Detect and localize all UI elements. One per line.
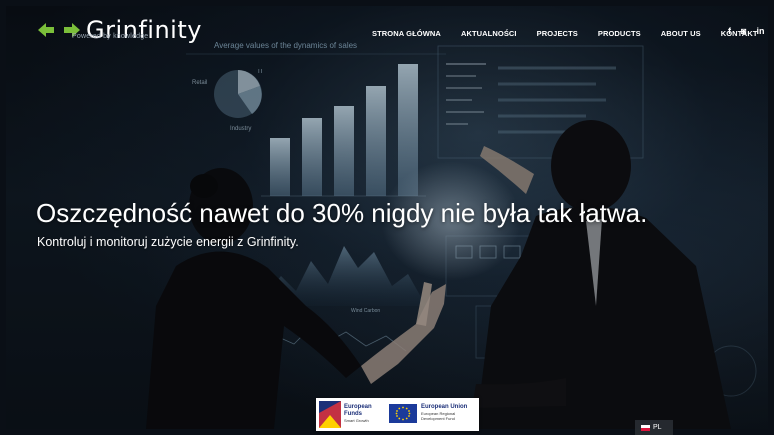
nav-item-news[interactable]: AKTUALNOŚCI: [461, 29, 517, 38]
instagram-icon[interactable]: ◙: [741, 26, 746, 36]
nav-item-home[interactable]: STRONA GŁÓWNA: [372, 29, 441, 38]
hero-headline: Oszczędność nawet do 30% nigdy nie była …: [36, 198, 648, 228]
nav-item-projects[interactable]: PROJECTS: [537, 29, 578, 38]
brand-tagline: Powered by knowledge: [72, 33, 149, 40]
eu-funds-title: European Funds: [344, 404, 372, 417]
facebook-icon[interactable]: f: [728, 26, 731, 36]
hero-section: Average values of the dynamics of sales …: [6, 6, 768, 429]
european-funds-logo-icon: [319, 401, 341, 428]
language-switcher[interactable]: PL: [635, 420, 673, 435]
linkedin-icon[interactable]: in: [756, 26, 764, 36]
language-label: PL: [653, 424, 662, 431]
nav-item-products[interactable]: PRODUCTS: [598, 29, 641, 38]
eu-union-subtitle: European Regional Development Fund: [421, 411, 456, 421]
nav-item-about[interactable]: ABOUT US: [661, 29, 701, 38]
poland-flag-icon: [641, 424, 650, 431]
hero-subline: Kontroluj i monitoruj zużycie energii z …: [37, 235, 299, 249]
eu-funds-subtitle: Smart Growth: [344, 418, 369, 423]
eu-union-title: European Union: [421, 404, 468, 410]
social-links: f ◙ in: [728, 26, 764, 36]
main-menu: STRONA GŁÓWNA AKTUALNOŚCI PROJECTS PRODU…: [372, 29, 768, 38]
eu-funds-banner[interactable]: European Funds Smart Growth European Uni…: [316, 398, 479, 431]
eu-flag-icon: [389, 404, 417, 423]
